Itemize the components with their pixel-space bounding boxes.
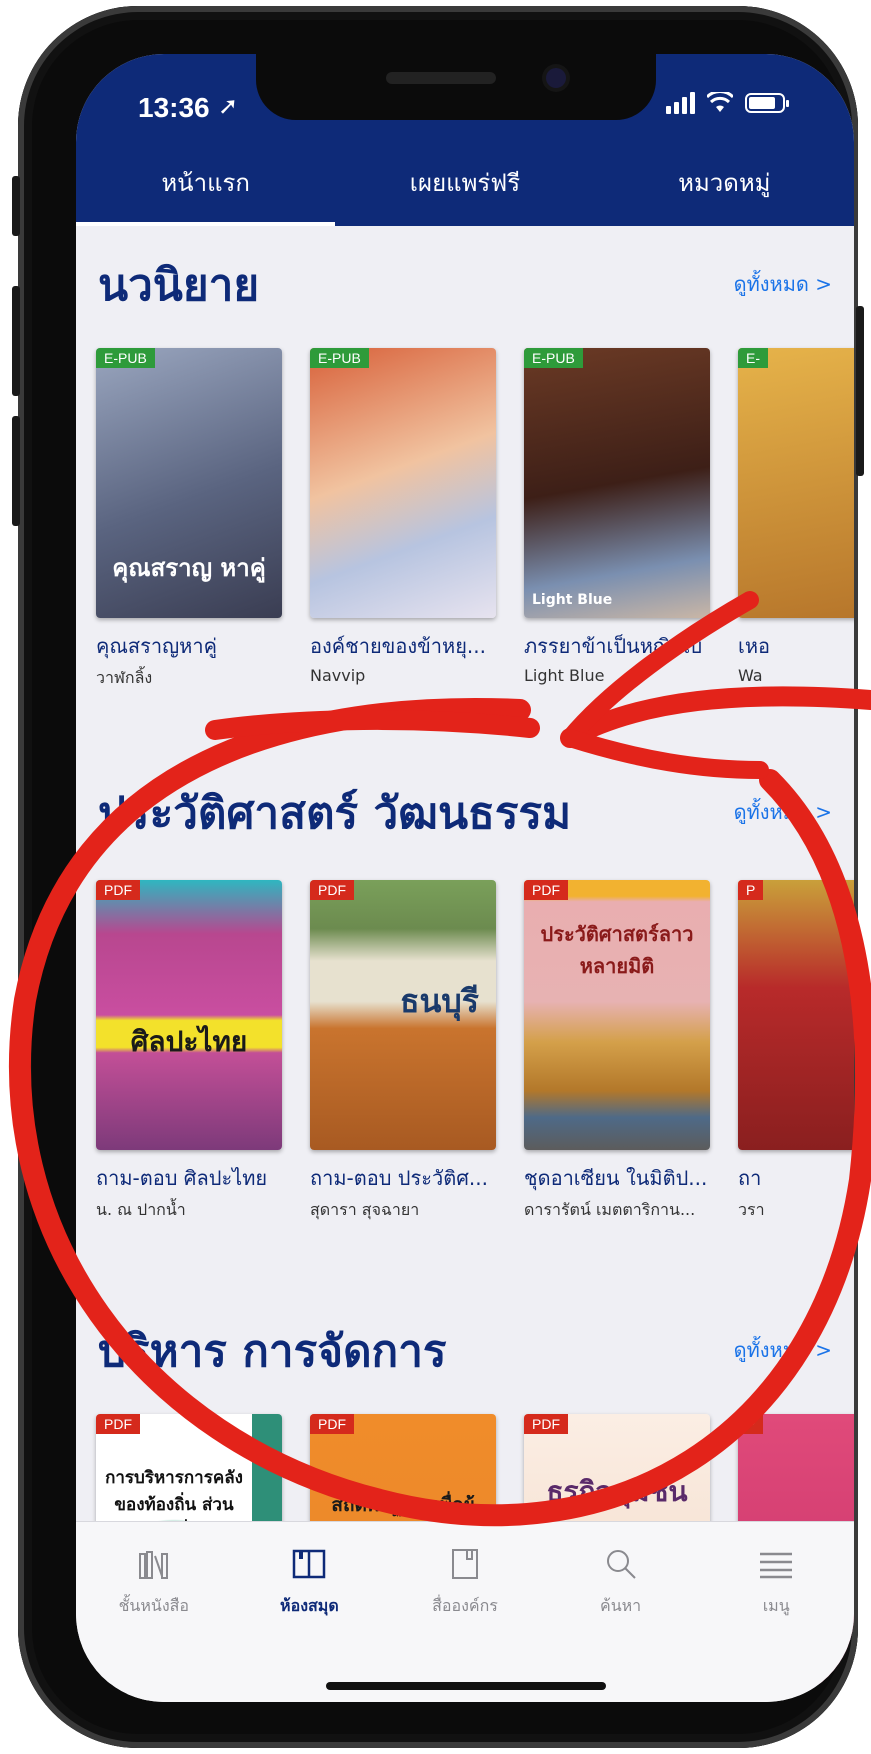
book-item[interactable]: PDF ประวัติศาสตร์ลาว หลายมิติ ชุดอาเซียน…	[524, 880, 710, 1223]
tab-free[interactable]: เผยแพร่ฟรี	[335, 154, 594, 226]
cover-title: Light Blue	[532, 592, 613, 608]
home-indicator	[326, 1682, 606, 1690]
cellular-signal-icon	[666, 92, 695, 114]
location-arrow-icon: ➚	[218, 92, 239, 120]
book-item[interactable]: E-PUB องค์ชายของข้าหยุ... Navvip	[310, 348, 496, 691]
book-cover: PDF ประวัติศาสตร์ลาว หลายมิติ	[524, 880, 710, 1150]
book-title: คุณสราญหาคู่	[96, 634, 217, 658]
nav-search-label: ค้นหา	[599, 1596, 642, 1615]
book-title: ภรรยาข้าเป็นหญิงใบ้	[524, 634, 703, 658]
book-author: Light Blue	[524, 666, 605, 685]
shelf-history: PDF ศิลปะไทย ถาม-ตอบ ศิลปะไทย น. ณ ปากน้…	[96, 880, 854, 1223]
section-title-history-culture: ประวัติศาสตร์ วัฒนธรรม	[98, 788, 572, 839]
top-tabs: หน้าแรก เผยแพร่ฟรี หมวดหมู่	[76, 154, 854, 226]
see-all-novels-link[interactable]: ดูทั้งหมด >	[734, 268, 832, 300]
book-item[interactable]: E-PUB Light Blue ภรรยาข้าเป็นหญิงใบ้ Lig…	[524, 348, 710, 691]
front-camera	[546, 68, 566, 88]
bookshelf-icon	[138, 1551, 168, 1579]
search-icon	[606, 1550, 636, 1579]
nav-menu[interactable]: เมนู	[698, 1522, 854, 1702]
format-badge: PDF	[310, 1414, 354, 1434]
cover-title: ธนบุรี	[400, 982, 479, 1020]
nav-search[interactable]: ค้นหา	[543, 1522, 699, 1702]
format-badge: E-PUB	[524, 348, 583, 368]
book-author: Wa	[738, 666, 763, 685]
book-item[interactable]: P ถา วรา	[738, 880, 854, 1223]
book-item[interactable]: PDF ศิลปะไทย ถาม-ตอบ ศิลปะไทย น. ณ ปากน้…	[96, 880, 282, 1223]
nav-bookshelf-label: ชั้นหนังสือ	[118, 1596, 190, 1615]
book-item[interactable]: PDF ธนบุรี ถาม-ตอบ ประวัติศ... สุดารา สุ…	[310, 880, 496, 1223]
format-badge: E-	[738, 348, 768, 368]
book-cover: E-PUB คุณสราญ หาคู่	[96, 348, 282, 618]
mute-switch	[12, 176, 20, 236]
format-badge: E-PUB	[310, 348, 369, 368]
shelf-novels: E-PUB คุณสราญ หาคู่ คุณสราญหาคู่ วาฬกลิ้…	[96, 348, 854, 691]
book-author: น. ณ ปากน้ำ	[96, 1200, 186, 1219]
book-cover: PDF ธนบุรี	[310, 880, 496, 1150]
format-badge: P	[738, 1414, 764, 1434]
book-title: ชุดอาเซียน ในมิติป...	[524, 1166, 708, 1190]
book-cover: PDF ศิลปะไทย	[96, 880, 282, 1150]
notch	[256, 54, 656, 120]
book-title: ถาม-ตอบ ประวัติศ...	[310, 1166, 488, 1190]
book-cover: E-	[738, 348, 854, 618]
battery-icon	[745, 93, 789, 113]
format-badge: PDF	[310, 880, 354, 900]
status-time: 13:36	[138, 92, 210, 123]
book-cover: P	[738, 880, 854, 1150]
book-item[interactable]: E-PUB คุณสราญ หาคู่ คุณสราญหาคู่ วาฬกลิ้…	[96, 348, 282, 691]
speaker	[386, 72, 496, 84]
volume-down-button	[12, 416, 20, 526]
book-author: สุดารา สุจฉายา	[310, 1200, 420, 1219]
format-badge: PDF	[96, 1414, 140, 1434]
see-all-management-link[interactable]: ดูทั้งหมด >	[734, 1334, 832, 1366]
book-cover: E-PUB Light Blue	[524, 348, 710, 618]
cover-title: ธุรกิจชุมชน	[546, 1475, 688, 1508]
cover-title: คุณสราญ หาคู่	[112, 554, 266, 582]
phone-frame: 13:36 ➚ หน้าแรก เผยแพร่ฟรี หมวดหมู่ นวนิ…	[12, 6, 864, 1748]
format-badge: PDF	[524, 1414, 568, 1434]
format-badge: PDF	[96, 880, 140, 900]
book-icon	[451, 1549, 478, 1579]
nav-org-media[interactable]: สื่อองค์กร	[387, 1522, 543, 1702]
tab-categories[interactable]: หมวดหมู่	[595, 154, 854, 226]
wifi-icon	[707, 92, 733, 112]
status-icons	[666, 92, 789, 114]
library-icon	[293, 1549, 326, 1579]
section-title-novels: นวนิยาย	[98, 260, 260, 311]
screen: 13:36 ➚ หน้าแรก เผยแพร่ฟรี หมวดหมู่ นวนิ…	[76, 54, 854, 1702]
see-all-history-link[interactable]: ดูทั้งหมด >	[734, 796, 832, 828]
tab-home[interactable]: หน้าแรก	[76, 154, 336, 226]
book-title: ถาม-ตอบ ศิลปะไทย	[96, 1166, 268, 1190]
section-title-management: บริหาร การจัดการ	[98, 1326, 447, 1377]
format-badge: P	[738, 880, 764, 900]
book-author: Navvip	[310, 666, 366, 685]
menu-icon	[760, 1552, 793, 1579]
book-cover: E-PUB	[310, 348, 496, 618]
nav-library[interactable]: ห้องสมุด	[232, 1522, 388, 1702]
book-title: เหอ	[738, 634, 771, 658]
bottom-tab-bar: ชั้นหนังสือ ห้องสมุด สื่อองค์กร ค้นหา เม…	[76, 1521, 854, 1702]
format-badge: PDF	[524, 880, 568, 900]
book-item[interactable]: E- เหอ Wa	[738, 348, 854, 691]
volume-up-button	[12, 286, 20, 396]
cover-title: ศิลปะไทย	[130, 1025, 248, 1058]
power-button	[856, 306, 864, 476]
nav-bookshelf[interactable]: ชั้นหนังสือ	[76, 1522, 232, 1702]
book-title: องค์ชายของข้าหยุ...	[310, 634, 487, 658]
book-author: วรา	[738, 1200, 765, 1219]
nav-menu-label: เมนู	[762, 1596, 790, 1615]
book-author: ดารารัตน์ เมตตาริกาน...	[524, 1200, 696, 1219]
format-badge: E-PUB	[96, 348, 155, 368]
book-author: วาฬกลิ้ง	[96, 668, 153, 687]
book-title: ถา	[738, 1166, 762, 1190]
cover-title: ประวัติศาสตร์ลาว หลายมิติ	[540, 922, 694, 978]
nav-library-label: ห้องสมุด	[280, 1596, 339, 1615]
nav-org-media-label: สื่อองค์กร	[432, 1596, 498, 1615]
